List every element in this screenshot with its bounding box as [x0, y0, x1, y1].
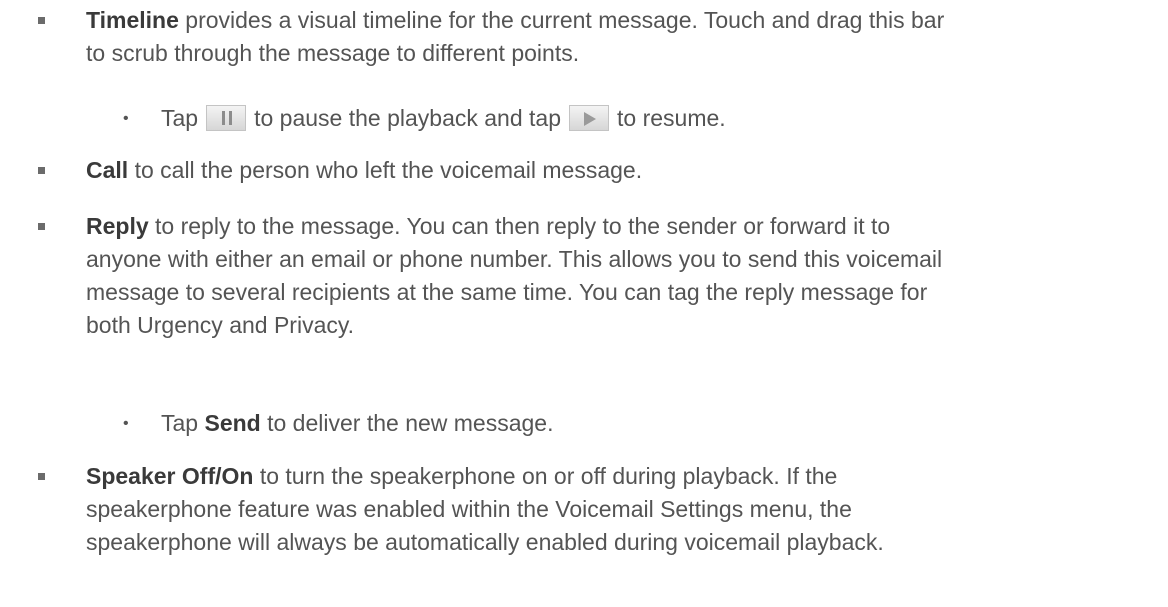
square-bullet [38, 17, 45, 24]
timeline-line-2: to scrub through the message to differen… [86, 40, 580, 66]
timeline-sub-text-after: to resume. [617, 105, 726, 131]
speaker-line-2: speakerphone feature was enabled within … [86, 496, 852, 522]
reply-term: Reply [86, 213, 149, 239]
reply-line-4: both Urgency and Privacy. [86, 312, 355, 338]
timeline-text-1: provides a visual timeline for the curre… [178, 7, 945, 33]
reply-line-3: message to several recipients at the sam… [86, 279, 928, 305]
play-button-icon [569, 105, 609, 131]
speaker-line-1: Speaker Off/On to turn the speakerphone … [86, 460, 1166, 493]
document-page: Timeline provides a visual timeline for … [0, 0, 1168, 607]
square-bullet [38, 167, 45, 174]
dot-bullet: • [123, 110, 129, 127]
reply-line-1: Reply to reply to the message. You can t… [86, 210, 1166, 243]
pause-button-icon [206, 105, 247, 131]
send-term: Send [204, 410, 261, 436]
square-bullet [38, 473, 45, 480]
timeline-subitem: Tap to pause the playback and tap to resum… [161, 102, 1161, 135]
reply-sub-text-after: to deliver the new message. [260, 410, 554, 436]
reply-subitem: Tap Send to deliver the new message. [161, 407, 1161, 440]
call-text: to call the person who left the voicemai… [128, 157, 643, 183]
timeline-term: Timeline [86, 7, 179, 33]
call-term: Call [86, 157, 129, 183]
speaker-term: Speaker Off/On [86, 463, 254, 489]
timeline-sub-text-before: Tap [161, 105, 199, 131]
speaker-text-1: to turn the speakerphone on or off durin… [253, 463, 838, 489]
speaker-item: Speaker Off/On to turn the speakerphone … [86, 460, 1166, 559]
reply-text-1: to reply to the message. You can then re… [148, 213, 891, 239]
timeline-item: Timeline provides a visual timeline for … [86, 4, 1166, 70]
square-bullet [38, 223, 45, 230]
timeline-sub-text-middle: to pause the playback and tap [254, 105, 561, 131]
reply-item: Reply to reply to the message. You can t… [86, 210, 1166, 342]
reply-line-2: anyone with either an email or phone num… [86, 246, 943, 272]
timeline-line-1: Timeline provides a visual timeline for … [86, 4, 1166, 37]
reply-sub-text-before: Tap [161, 410, 205, 436]
speaker-line-3: speakerphone will always be automaticall… [86, 529, 884, 555]
call-item: Call to call the person who left the voi… [86, 154, 1166, 187]
dot-bullet: • [123, 415, 129, 432]
